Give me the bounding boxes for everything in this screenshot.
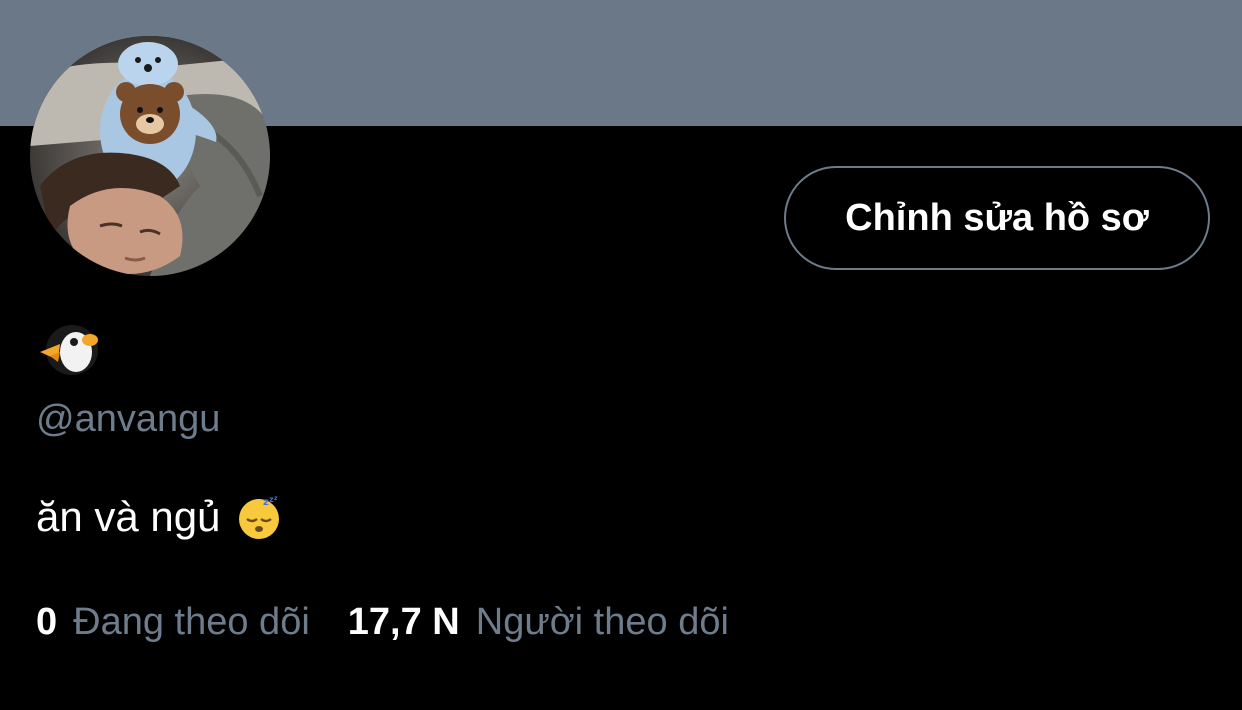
avatar-photo xyxy=(30,36,270,276)
svg-text:z: z xyxy=(274,495,278,502)
followers-count: 17,7 N xyxy=(347,600,460,643)
profile-avatar[interactable] xyxy=(30,36,270,276)
followers-stat[interactable]: 17,7 N Người theo dõi xyxy=(348,601,729,644)
edit-profile-button[interactable]: Chỉnh sửa hồ sơ xyxy=(784,166,1210,270)
profile-stats: 0 Đang theo dõi 17,7 N Người theo dõi xyxy=(36,598,729,646)
display-name xyxy=(36,322,106,384)
followers-label: Người theo dõi xyxy=(475,600,729,643)
bio-text: ăn và ngủ xyxy=(36,493,221,540)
following-stat[interactable]: 0 Đang theo dõi xyxy=(36,601,310,644)
profile-handle: @anvangu xyxy=(36,398,221,440)
sleeping-face-icon: z z z xyxy=(238,495,279,539)
following-count: 0 xyxy=(36,600,58,643)
profile-bio: ăn và ngủ z z z xyxy=(36,490,283,544)
following-label: Đang theo dõi xyxy=(73,600,310,643)
penguin-icon xyxy=(40,325,98,375)
